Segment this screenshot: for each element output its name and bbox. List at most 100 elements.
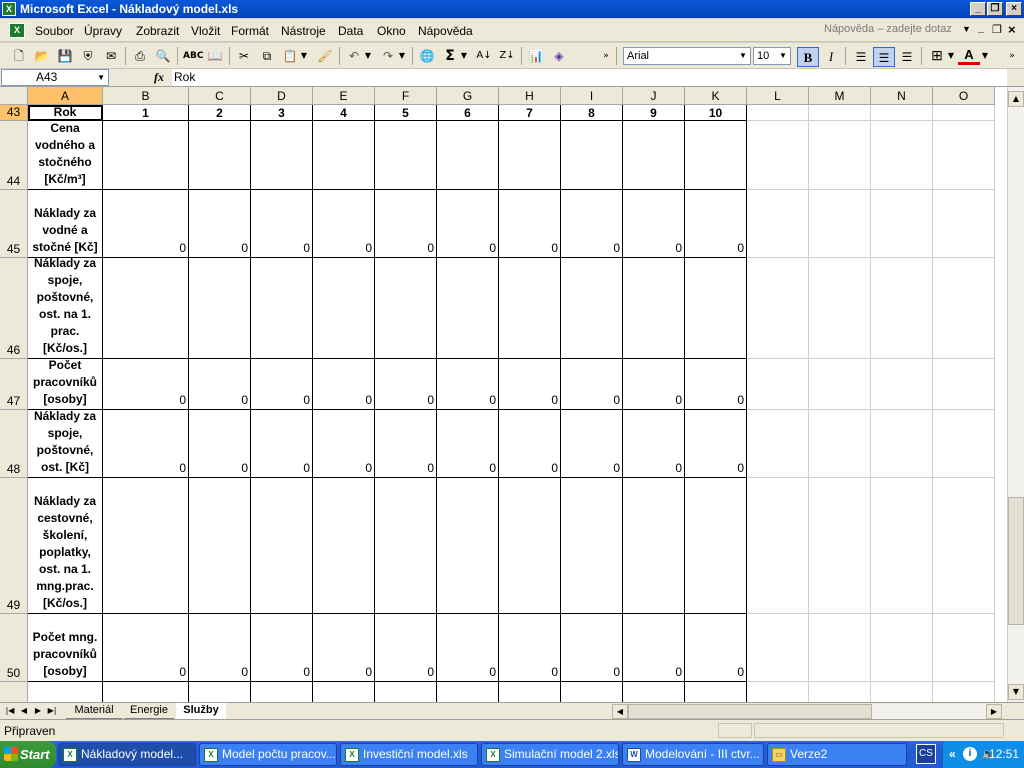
data-cell[interactable]: 0 xyxy=(189,190,251,258)
data-cell[interactable]: 0 xyxy=(623,359,685,410)
empty-cell[interactable] xyxy=(561,682,623,702)
restore-button[interactable]: ❐ xyxy=(987,2,1003,16)
column-header-g[interactable]: G xyxy=(437,87,499,105)
data-cell[interactable]: 0 xyxy=(375,410,437,478)
chart-wizard-icon[interactable]: 📊 xyxy=(527,47,545,65)
data-cell[interactable] xyxy=(103,258,189,359)
column-header-f[interactable]: F xyxy=(375,87,437,105)
empty-cell[interactable] xyxy=(437,682,499,702)
data-cell[interactable] xyxy=(251,258,313,359)
empty-cell[interactable] xyxy=(809,478,871,614)
minimize-button[interactable]: _ xyxy=(970,2,986,16)
menu-upravy[interactable]: Úpravy xyxy=(84,24,122,38)
data-cell[interactable]: 0 xyxy=(561,614,623,682)
menu-format[interactable]: Formát xyxy=(231,24,269,38)
row-label-cell[interactable]: Náklady za spoje, poštovné, ost. [Kč] xyxy=(28,410,103,478)
font-size-dropdown-icon[interactable]: ▼ xyxy=(777,49,789,63)
start-button[interactable]: Start xyxy=(0,741,56,768)
empty-cell[interactable] xyxy=(747,190,809,258)
data-cell[interactable]: 0 xyxy=(499,190,561,258)
menu-vlozit[interactable]: Vložit xyxy=(191,24,220,38)
empty-cell[interactable] xyxy=(933,410,995,478)
insert-function-icon[interactable]: fx xyxy=(154,70,164,85)
align-center-icon[interactable]: ☰ xyxy=(873,47,895,67)
data-cell[interactable]: 0 xyxy=(375,359,437,410)
empty-cell[interactable] xyxy=(933,478,995,614)
data-cell[interactable]: 0 xyxy=(313,359,375,410)
next-sheet-icon[interactable]: ▶ xyxy=(32,704,44,718)
paste-icon[interactable]: 📋 xyxy=(281,47,299,65)
formula-input[interactable]: Rok xyxy=(172,69,1007,86)
empty-cell[interactable] xyxy=(747,682,809,702)
sort-descending-icon[interactable]: Z↓ xyxy=(498,47,516,65)
data-cell[interactable]: 0 xyxy=(313,190,375,258)
empty-cell[interactable] xyxy=(747,614,809,682)
empty-cell[interactable] xyxy=(103,682,189,702)
hyperlink-icon[interactable]: 🌐 xyxy=(418,47,436,65)
open-icon[interactable]: 📂 xyxy=(33,47,51,65)
help-dropdown-icon[interactable]: ▼ xyxy=(962,24,971,34)
task-simulacni-model[interactable]: X Simulační model 2.xls xyxy=(481,743,619,766)
drawing-icon[interactable]: ◈ xyxy=(550,47,568,65)
data-cell[interactable] xyxy=(437,478,499,614)
align-right-icon[interactable]: ☰ xyxy=(896,47,918,67)
column-header-l[interactable]: L xyxy=(747,87,809,105)
data-cell[interactable]: 10 xyxy=(685,105,747,121)
data-cell[interactable]: 0 xyxy=(103,614,189,682)
data-cell[interactable]: 0 xyxy=(499,410,561,478)
data-cell[interactable] xyxy=(375,121,437,190)
empty-cell[interactable] xyxy=(251,682,313,702)
row-header-50[interactable]: 50 xyxy=(0,614,28,682)
data-cell[interactable]: 0 xyxy=(561,359,623,410)
row-header-46[interactable]: 46 xyxy=(0,258,28,359)
sheet-tab-sluzby[interactable]: Služby xyxy=(176,703,226,719)
data-cell[interactable] xyxy=(499,121,561,190)
task-model-poctu[interactable]: X Model počtu pracov... xyxy=(199,743,337,766)
data-cell[interactable]: 0 xyxy=(685,359,747,410)
data-cell[interactable] xyxy=(685,121,747,190)
empty-cell[interactable] xyxy=(871,121,933,190)
column-header-a[interactable]: A xyxy=(28,87,103,105)
empty-cell[interactable] xyxy=(747,478,809,614)
data-cell[interactable] xyxy=(623,478,685,614)
empty-cell[interactable] xyxy=(499,682,561,702)
copy-icon[interactable]: ⧉ xyxy=(258,47,276,65)
permission-icon[interactable]: ⛨ xyxy=(79,47,97,65)
data-cell[interactable] xyxy=(685,258,747,359)
row-label-cell[interactable]: Náklady za cestovné, školení, poplatky, … xyxy=(28,478,103,614)
data-cell[interactable]: 0 xyxy=(685,614,747,682)
data-cell[interactable]: 0 xyxy=(251,410,313,478)
data-cell[interactable] xyxy=(103,121,189,190)
menu-nastroje[interactable]: Nástroje xyxy=(281,24,326,38)
data-cell[interactable]: 0 xyxy=(437,190,499,258)
empty-cell[interactable] xyxy=(809,410,871,478)
workbook-icon[interactable]: X xyxy=(9,23,25,38)
task-verze2[interactable]: ▭ Verze2 xyxy=(767,743,907,766)
font-size-select[interactable]: 10 ▼ xyxy=(753,47,791,65)
empty-cell[interactable] xyxy=(809,190,871,258)
row-label-cell[interactable]: Počet mng. pracovníků [osoby] xyxy=(28,614,103,682)
sheet-tab-energie[interactable]: Energie xyxy=(124,703,174,719)
data-cell[interactable] xyxy=(561,258,623,359)
empty-cell[interactable] xyxy=(871,105,933,121)
data-cell[interactable] xyxy=(499,478,561,614)
data-cell[interactable] xyxy=(189,478,251,614)
email-icon[interactable]: ✉ xyxy=(102,47,120,65)
column-header-m[interactable]: M xyxy=(809,87,871,105)
scroll-left-icon[interactable]: ◀ xyxy=(612,704,628,719)
data-cell[interactable] xyxy=(437,121,499,190)
data-cell[interactable]: 0 xyxy=(189,410,251,478)
data-cell[interactable] xyxy=(189,258,251,359)
autosum-dropdown-icon[interactable]: ▼ xyxy=(459,47,469,65)
name-box[interactable]: A43 ▼ xyxy=(1,69,109,86)
task-nakladovy-model[interactable]: X Nákladový model... xyxy=(58,743,196,766)
data-cell[interactable]: 0 xyxy=(623,410,685,478)
empty-cell[interactable] xyxy=(933,121,995,190)
menu-napoveda[interactable]: Nápověda xyxy=(418,24,473,38)
data-cell[interactable] xyxy=(313,258,375,359)
empty-cell[interactable] xyxy=(685,682,747,702)
menu-zobrazit[interactable]: Zobrazit xyxy=(136,24,179,38)
column-header-j[interactable]: J xyxy=(623,87,685,105)
formatting-options-icon[interactable]: » xyxy=(1006,47,1018,65)
vertical-scroll-thumb[interactable] xyxy=(1008,497,1024,625)
